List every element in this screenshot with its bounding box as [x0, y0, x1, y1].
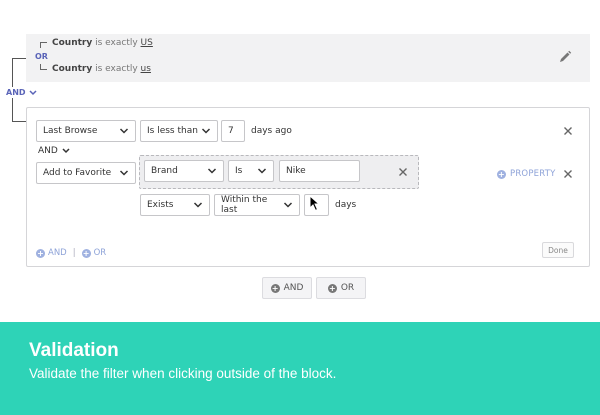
within-select[interactable]: Within the last	[214, 194, 300, 216]
chevron-down-icon	[193, 202, 203, 208]
add-property-label: PROPERTY	[510, 169, 556, 179]
plus-icon: +	[36, 248, 45, 258]
event-select-value: Add to Favorite	[43, 168, 112, 178]
chevron-down-icon	[119, 128, 129, 134]
banner-subtitle: Validate the filter when clicking outsid…	[29, 366, 337, 381]
property-value-input[interactable]: Nike	[279, 160, 360, 182]
chevron-down-icon	[201, 128, 211, 134]
done-button[interactable]: Done	[542, 242, 574, 258]
close-icon[interactable]	[398, 167, 408, 177]
chevron-down-icon	[62, 148, 70, 154]
pencil-icon[interactable]	[558, 50, 572, 64]
and-connector-toggle[interactable]: AND	[38, 146, 70, 156]
summary-field: Country	[52, 64, 93, 74]
chevron-down-icon	[283, 202, 293, 208]
and-connector-label: AND	[38, 146, 58, 156]
filter-block: Last Browse Is less than 7 days ago AND …	[26, 107, 590, 267]
property-operator-value: Is	[235, 166, 243, 176]
main-and-toggle[interactable]: AND	[5, 87, 38, 98]
global-add-or-button[interactable]: + OR	[316, 277, 366, 299]
event-select[interactable]: Add to Favorite	[36, 162, 136, 184]
chevron-down-icon	[29, 89, 37, 95]
property-select[interactable]: Brand	[144, 160, 224, 182]
add-and-button[interactable]: + AND	[36, 248, 67, 258]
summary-value: us	[140, 64, 151, 74]
banner-title: Validation	[29, 340, 119, 361]
event-select[interactable]: Last Browse	[36, 120, 136, 142]
summary-row: Country is exactly us	[52, 64, 151, 74]
summary-or-label: OR	[35, 52, 48, 61]
plus-icon: +	[497, 169, 506, 179]
add-and-label: AND	[48, 248, 67, 258]
plus-icon: +	[81, 248, 91, 258]
global-and-label: AND	[283, 283, 304, 293]
unit-label: days ago	[251, 126, 292, 136]
summary-row: Country is exactly US	[52, 38, 153, 48]
filter-summary[interactable]: Country is exactly US OR Country is exac…	[26, 34, 590, 82]
exists-select-value: Exists	[147, 200, 174, 210]
property-select-value: Brand	[151, 166, 178, 176]
main-and-label: AND	[6, 88, 26, 97]
exists-select[interactable]: Exists	[140, 194, 210, 216]
mouse-cursor-icon	[309, 195, 321, 212]
plus-icon: +	[327, 283, 337, 293]
plus-icon: +	[270, 283, 280, 293]
within-unit-label: days	[335, 200, 357, 210]
chevron-down-icon	[119, 170, 129, 176]
global-or-label: OR	[340, 283, 355, 293]
tree-connector	[40, 64, 47, 70]
summary-operator: is exactly	[95, 64, 138, 74]
operator-select[interactable]: Is less than	[140, 120, 218, 142]
within-select-value: Within the last	[221, 195, 268, 215]
add-or-button[interactable]: + OR	[81, 248, 107, 258]
chevron-down-icon	[257, 168, 267, 174]
link-divider: |	[72, 248, 76, 258]
property-operator-select[interactable]: Is	[228, 160, 274, 182]
close-icon[interactable]	[563, 169, 573, 179]
event-select-value: Last Browse	[43, 126, 98, 136]
summary-field: Country	[52, 38, 93, 48]
summary-operator: is exactly	[95, 38, 138, 48]
operator-select-value: Is less than	[147, 126, 198, 136]
caption-banner: Validation Validate the filter when clic…	[0, 322, 600, 415]
chevron-down-icon	[207, 168, 217, 174]
global-add-and-button[interactable]: + AND	[262, 277, 312, 299]
summary-value: US	[140, 38, 153, 48]
close-icon[interactable]	[563, 126, 573, 136]
value-input[interactable]: 7	[221, 120, 245, 142]
tree-connector	[40, 42, 47, 48]
add-or-label: OR	[93, 248, 107, 258]
add-property-button[interactable]: + PROPERTY	[497, 169, 556, 179]
property-group: Brand Is Nike	[139, 155, 419, 189]
block-add-links: + AND | + OR	[36, 248, 106, 258]
